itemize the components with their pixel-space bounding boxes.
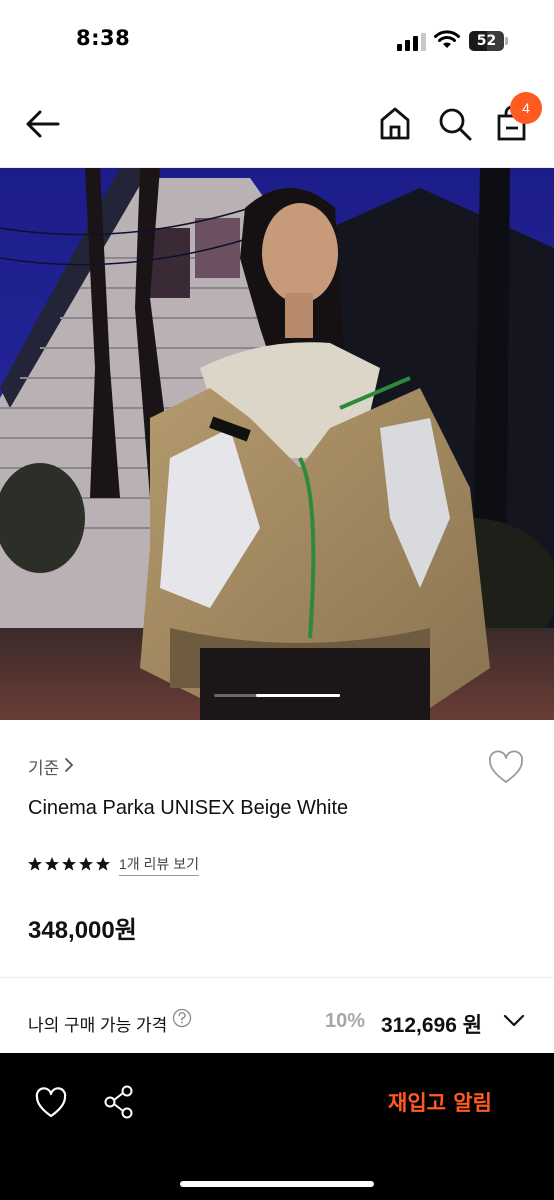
star-rating	[27, 856, 111, 874]
signal-icon	[397, 33, 426, 51]
status-bar: 8:38 52	[0, 0, 554, 80]
share-icon[interactable]	[103, 1085, 135, 1119]
discounted-price: 312,696 원	[381, 1014, 483, 1037]
product-photo	[0, 168, 554, 720]
wifi-icon	[434, 30, 460, 48]
star-icon	[79, 857, 93, 871]
back-arrow-icon[interactable]	[24, 108, 62, 140]
battery-tip	[505, 37, 508, 45]
status-time: 8:38	[76, 26, 131, 50]
home-icon[interactable]	[378, 106, 412, 142]
bottom-action-bar: 재입고 알림	[0, 1053, 554, 1200]
cart-count-badge: 4	[510, 92, 542, 124]
star-icon	[62, 857, 76, 871]
star-icon	[28, 857, 42, 871]
star-icon	[96, 857, 110, 871]
chevron-down-icon[interactable]	[502, 1011, 526, 1031]
brand-link[interactable]: 기준	[28, 754, 59, 779]
carousel-active-indicator	[256, 694, 340, 697]
carousel-indicator	[214, 694, 340, 697]
star-icon	[45, 857, 59, 871]
heart-icon[interactable]	[487, 750, 525, 786]
battery-body: 52	[469, 31, 504, 51]
chevron-right-icon[interactable]	[64, 757, 74, 773]
product-price: 348,000원	[28, 917, 137, 944]
discount-rate: 10%	[325, 1010, 366, 1032]
review-link[interactable]: 1개 리뷰 보기	[119, 854, 199, 876]
search-icon[interactable]	[437, 106, 473, 142]
top-navigation: 4	[0, 80, 554, 168]
home-indicator[interactable]	[180, 1181, 374, 1187]
divider	[0, 977, 554, 978]
restock-alert-button[interactable]: 재입고 알림	[360, 1083, 520, 1123]
battery-level: 52	[476, 33, 497, 49]
battery-icon: 52	[469, 31, 509, 51]
heart-icon[interactable]	[34, 1087, 68, 1119]
product-title: Cinema Parka UNISEX Beige White	[28, 797, 349, 819]
help-icon[interactable]	[172, 1008, 192, 1028]
purchase-price-label: 나의 구매 가능 가격	[28, 1016, 168, 1035]
product-image-carousel[interactable]	[0, 168, 554, 720]
